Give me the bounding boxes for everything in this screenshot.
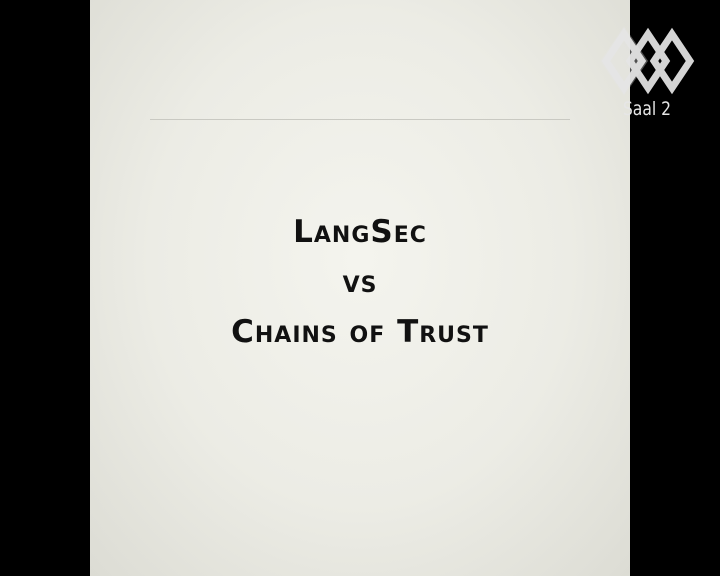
slide-title: LangSec vs Chains of Trust	[90, 208, 630, 358]
title-line-3: Chains of Trust	[231, 314, 489, 350]
title-line-2: vs	[342, 264, 378, 300]
presentation-slide: LangSec vs Chains of Trust	[90, 0, 630, 576]
room-label: Saal 2	[622, 98, 672, 120]
ccc-diamond-logo-icon	[600, 26, 695, 96]
slide-divider	[150, 119, 570, 120]
title-line-1: LangSec	[293, 214, 427, 250]
video-frame: LangSec vs Chains of Trust Saal 2	[0, 0, 720, 576]
